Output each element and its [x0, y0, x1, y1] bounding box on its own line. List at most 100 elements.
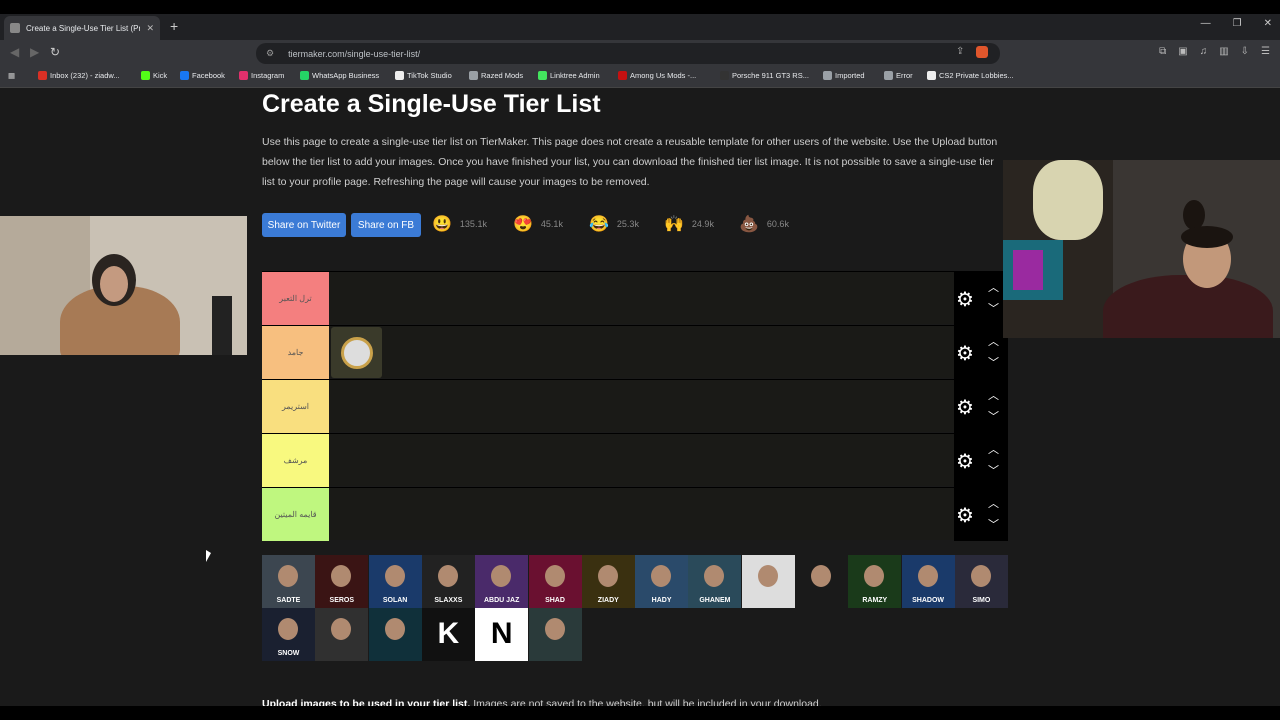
extension-icon[interactable]: ⧉: [1159, 46, 1166, 57]
gallery-image[interactable]: SHADOW: [901, 555, 955, 608]
reload-icon[interactable]: ↻: [50, 45, 60, 59]
share-twitter-button[interactable]: Share on Twitter: [262, 213, 346, 237]
tier-settings-icon[interactable]: ⚙: [956, 503, 974, 528]
tier-row[interactable]: استريمر ⚙ ︿ ﹀: [262, 379, 1008, 433]
bookmark-item[interactable]: Porsche 911 GT3 RS...: [720, 71, 809, 80]
gallery-image[interactable]: [315, 608, 369, 661]
restore-button[interactable]: ❐: [1233, 18, 1242, 29]
gallery-image-label: HADY: [651, 597, 672, 604]
tab-active[interactable]: Create a Single-Use Tier List (Pr... ✕: [4, 16, 160, 40]
bookmark-item[interactable]: CS2 Private Lobbies...: [927, 71, 1014, 80]
tier-label[interactable]: مرشف: [262, 434, 329, 487]
tier-settings-icon[interactable]: ⚙: [956, 341, 974, 366]
tier-move-up-icon[interactable]: ︿: [988, 387, 999, 403]
tier-label[interactable]: استريمر: [262, 380, 329, 433]
bookmark-item[interactable]: Kick: [141, 71, 167, 80]
gallery-image[interactable]: SHAD: [528, 555, 582, 608]
media-icon[interactable]: ♫: [1200, 46, 1208, 57]
gallery-image-label: SADTE: [276, 597, 301, 604]
tier-label[interactable]: ترل التعبر: [262, 272, 329, 325]
gallery-image[interactable]: RAMZY: [848, 555, 902, 608]
tier-move-up-icon[interactable]: ︿: [988, 279, 999, 295]
bookmark-label: Imported: [835, 71, 865, 80]
bookmark-item[interactable]: Facebook: [180, 71, 225, 80]
tier-move-down-icon[interactable]: ﹀: [988, 354, 999, 370]
reaction-button[interactable]: 💩 60.6k: [739, 214, 789, 234]
tier-move-up-icon[interactable]: ︿: [988, 441, 999, 457]
tier-row[interactable]: ترل التعبر ⚙ ︿ ﹀: [262, 271, 1008, 325]
close-window-button[interactable]: ✕: [1264, 18, 1272, 29]
wallet-icon[interactable]: ▣: [1178, 46, 1187, 57]
gallery-image[interactable]: SEROS: [315, 555, 369, 608]
forward-icon[interactable]: ▶: [30, 45, 39, 59]
gallery-image-label: GHANEM: [699, 597, 731, 604]
gallery-image[interactable]: SLAXXS: [421, 555, 475, 608]
reaction-button[interactable]: 🙌 24.9k: [664, 214, 714, 234]
tier-settings-icon[interactable]: ⚙: [956, 449, 974, 474]
bookmark-item[interactable]: Inbox (232) - ziadw...: [38, 71, 120, 80]
gallery-image[interactable]: ZIADY: [581, 555, 635, 608]
gallery-image[interactable]: GHANEM: [688, 555, 742, 608]
tier-label[interactable]: جامد: [262, 326, 329, 379]
tab-close-icon[interactable]: ✕: [146, 23, 154, 34]
gallery-image[interactable]: HADY: [635, 555, 689, 608]
gallery-image[interactable]: [528, 608, 582, 661]
back-icon[interactable]: ◀: [10, 45, 19, 59]
bookmark-item[interactable]: Among Us Mods -...: [618, 71, 696, 80]
tier-move-up-icon[interactable]: ︿: [988, 495, 999, 511]
menu-icon[interactable]: ☰: [1261, 46, 1270, 57]
reaction-emoji-icon: 😃: [432, 216, 452, 233]
gallery-image[interactable]: SIMO: [954, 555, 1008, 608]
brave-shield-icon[interactable]: [976, 46, 989, 58]
bookmark-item[interactable]: Razed Mods: [469, 71, 523, 80]
tier-row[interactable]: جامد ⚙ ︿ ﹀: [262, 325, 1008, 379]
address-bar[interactable]: ⚙ tiermaker.com/single-use-tier-list/: [256, 43, 1000, 64]
tier-move-down-icon[interactable]: ﹀: [988, 462, 999, 478]
reaction-button[interactable]: 😂 25.3k: [589, 214, 639, 234]
gallery-image[interactable]: SADTE: [262, 555, 315, 608]
tier-move-down-icon[interactable]: ﹀: [988, 408, 999, 424]
gallery-image[interactable]: [795, 555, 848, 608]
gallery-image[interactable]: N: [475, 608, 529, 661]
tier-move-up-icon[interactable]: ︿: [988, 333, 999, 349]
bookmark-item[interactable]: Instagram: [239, 71, 284, 80]
bookmark-item[interactable]: TikTok Studio: [395, 71, 452, 80]
bookmark-item[interactable]: WhatsApp Business: [300, 71, 379, 80]
tier-item-image[interactable]: [331, 327, 382, 378]
bookmark-item[interactable]: Linktree Admin: [538, 71, 600, 80]
downloads-icon[interactable]: ⇩: [1241, 46, 1249, 57]
bookmark-item[interactable]: Imported: [823, 71, 865, 80]
bookmark-favicon-icon: [180, 71, 189, 80]
gallery-image[interactable]: SNOW: [262, 608, 315, 661]
tier-label[interactable]: قايمه الميتين: [262, 488, 329, 541]
avatar: [864, 565, 885, 587]
bookmark-favicon-icon: [927, 71, 936, 80]
reaction-count: 45.1k: [540, 219, 563, 229]
gallery-image[interactable]: [741, 555, 795, 608]
sidebar-icon[interactable]: ▥: [1219, 46, 1228, 57]
tier-settings-icon[interactable]: ⚙: [956, 287, 974, 312]
gallery-image[interactable]: SOLAN: [368, 555, 422, 608]
bookmark-item[interactable]: Error: [884, 71, 913, 80]
tier-row[interactable]: قايمه الميتين ⚙ ︿ ﹀: [262, 487, 1008, 541]
tier-settings-icon[interactable]: ⚙: [956, 395, 974, 420]
tier-move-down-icon[interactable]: ﹀: [988, 300, 999, 316]
tier-controls: ⚙ ︿ ﹀: [954, 434, 1008, 487]
reaction-button[interactable]: 😍 45.1k: [513, 214, 563, 234]
avatar: [970, 565, 991, 587]
share-fb-button[interactable]: Share on FB: [351, 213, 421, 237]
tier-move-down-icon[interactable]: ﹀: [988, 516, 999, 532]
new-tab-button[interactable]: +: [170, 18, 178, 34]
gallery-image-label: SIMO: [972, 597, 991, 604]
gallery-image[interactable]: [368, 608, 422, 661]
share-icon[interactable]: ⇪: [956, 46, 964, 58]
tier-row[interactable]: مرشف ⚙ ︿ ﹀: [262, 433, 1008, 487]
tab-favicon-icon: [10, 23, 20, 33]
gallery-image[interactable]: K: [421, 608, 475, 661]
minimize-button[interactable]: —: [1201, 18, 1211, 29]
site-info-icon[interactable]: ⚙: [266, 48, 274, 59]
reaction-button[interactable]: 😃 135.1k: [432, 214, 487, 234]
bookmark-label: Porsche 911 GT3 RS...: [732, 71, 809, 80]
apps-icon[interactable]: ▦: [8, 71, 15, 80]
gallery-image[interactable]: ABDU JAZ: [475, 555, 529, 608]
